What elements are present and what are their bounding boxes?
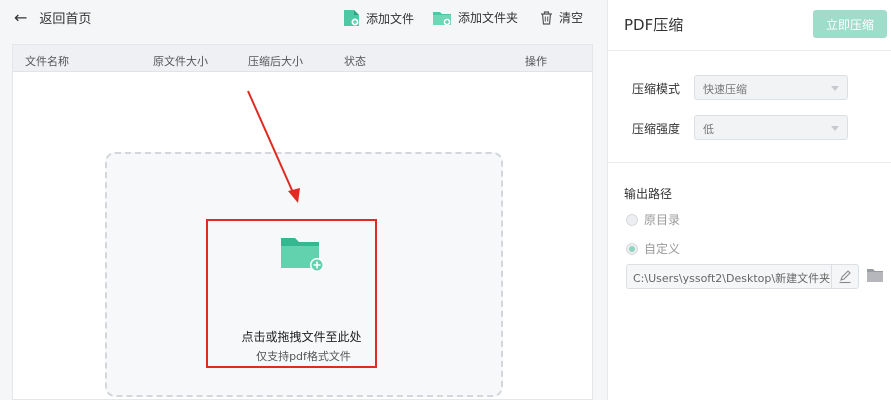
add-folder-button[interactable]: 添加文件夹	[432, 9, 518, 26]
back-home-label: 返回首页	[39, 12, 92, 27]
radio-circle-selected	[626, 242, 638, 255]
drop-zone-title: 点击或拖拽文件至此处	[13, 328, 594, 345]
add-file-label: 添加文件	[366, 11, 415, 26]
divider	[608, 162, 891, 163]
add-folder-label: 添加文件夹	[458, 11, 519, 25]
compress-strength-label: 压缩强度	[632, 122, 681, 136]
drop-zone-subtitle: 仅支持pdf格式文件	[256, 350, 351, 363]
back-arrow-icon: ←	[14, 7, 28, 27]
output-path-label: 输出路径	[624, 187, 673, 201]
compress-strength-select[interactable]: 低	[694, 115, 848, 140]
settings-panel: PDF压缩 立即压缩 压缩模式 快速压缩 压缩强度 低 输出路径 原目录 自定义…	[607, 0, 891, 400]
compress-now-button[interactable]: 立即压缩	[813, 10, 887, 38]
radio-circle	[626, 213, 638, 226]
compress-strength-value: 低	[703, 123, 714, 136]
add-file-icon	[344, 10, 359, 26]
pdf-compress-app: ← 返回首页 添加文件 添加文件夹 清空 文件名称 原文件大小 压缩后大小 状态…	[0, 0, 891, 400]
radio-original-label: 原目录	[644, 213, 681, 227]
back-home-button[interactable]: ← 返回首页	[14, 8, 91, 27]
trash-icon	[541, 10, 552, 25]
edit-path-button[interactable]	[831, 264, 859, 289]
drop-zone-title-text: 点击或拖拽文件至此处	[241, 330, 362, 344]
compress-mode-label: 压缩模式	[632, 82, 681, 96]
panel-title: PDF压缩	[624, 16, 684, 34]
edit-icon	[839, 269, 851, 283]
radio-custom-directory[interactable]: 自定义	[626, 240, 680, 257]
compress-mode-select[interactable]: 快速压缩	[694, 75, 848, 100]
file-list-panel: 文件名称 原文件大小 压缩后大小 状态 操作 点击或拖拽文件至此处 仅支持pdf…	[12, 44, 593, 400]
radio-custom-label: 自定义	[644, 242, 681, 256]
toolbar: ← 返回首页 添加文件 添加文件夹 清空	[0, 0, 607, 36]
radio-original-directory[interactable]: 原目录	[626, 211, 680, 228]
chevron-down-icon	[831, 126, 839, 131]
output-path-input[interactable]: C:\Users\yssoft2\Desktop\新建文件夹	[626, 264, 831, 289]
compress-mode-value: 快速压缩	[703, 83, 747, 96]
folder-icon[interactable]	[866, 268, 884, 283]
folder-plus-icon[interactable]	[279, 235, 325, 275]
divider	[608, 50, 891, 51]
add-folder-icon	[433, 11, 451, 25]
chevron-down-icon	[831, 86, 839, 91]
add-file-button[interactable]: 添加文件	[343, 9, 414, 27]
clear-button[interactable]: 清空	[540, 9, 583, 26]
clear-label: 清空	[559, 11, 584, 25]
